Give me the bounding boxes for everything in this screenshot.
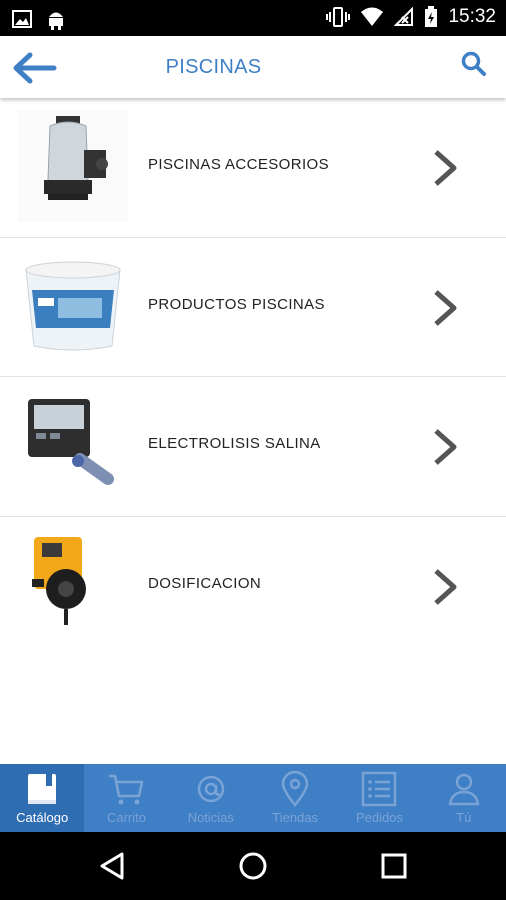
wifi-icon — [361, 7, 384, 26]
category-label: DOSIFICACION — [148, 574, 262, 592]
bottom-navigation: Catálogo Carrito Noticias Tiendas Pedido… — [0, 764, 506, 832]
status-bar: 15:32 — [0, 0, 506, 36]
nav-item-carrito[interactable]: Carrito — [84, 764, 168, 832]
category-list: PISCINAS ACCESORIOS PRODUCTOS PISCINAS E… — [0, 98, 506, 656]
android-notification-icon — [49, 12, 63, 30]
nav-label: Tú — [456, 810, 472, 825]
vibrate-icon — [326, 7, 351, 27]
nav-label: Pedidos — [355, 810, 403, 825]
no-signal-icon — [394, 7, 414, 26]
book-icon — [28, 774, 57, 804]
category-item-electrolisis-salina[interactable]: ELECTROLISIS SALINA — [0, 377, 506, 517]
nav-label: Tiendas — [272, 810, 319, 825]
location-pin-icon — [281, 770, 309, 808]
app-bar: PISCINAS — [0, 36, 506, 98]
person-icon — [448, 773, 480, 806]
nav-item-catalogo[interactable]: Catálogo — [0, 764, 85, 832]
list-icon — [362, 771, 397, 807]
nav-item-pedidos[interactable]: Pedidos — [337, 764, 421, 832]
cart-icon — [109, 774, 144, 805]
nav-item-tiendas[interactable]: Tiendas — [253, 764, 337, 832]
nav-label: Noticias — [187, 810, 234, 825]
chevron-right-icon — [434, 150, 457, 186]
system-navigation-bar — [0, 832, 506, 900]
nav-item-noticias[interactable]: Noticias — [169, 764, 253, 832]
category-item-productos-piscinas[interactable]: PRODUCTOS PISCINAS — [0, 237, 506, 377]
back-triangle-icon[interactable] — [96, 850, 128, 882]
sand-filter-image — [18, 110, 128, 222]
page-title: PISCINAS — [165, 56, 262, 78]
salt-chlorinator-image — [18, 389, 128, 501]
clock: 15:32 — [448, 6, 496, 27]
category-label: PISCINAS ACCESORIOS — [148, 156, 329, 173]
battery-charging-icon — [425, 6, 438, 27]
chevron-right-icon — [434, 429, 457, 465]
chemical-bucket-image — [18, 249, 128, 362]
category-item-piscinas-accesorios[interactable]: PISCINAS ACCESORIOS — [0, 98, 506, 238]
recents-square-icon[interactable] — [378, 850, 410, 882]
image-notification-icon — [12, 10, 32, 28]
dosing-pump-image — [18, 528, 128, 641]
home-circle-icon[interactable] — [237, 850, 269, 882]
nav-label: Carrito — [106, 810, 146, 825]
nav-label: Catálogo — [16, 810, 69, 825]
chevron-right-icon — [434, 568, 457, 605]
category-label: ELECTROLISIS SALINA — [148, 435, 321, 452]
nav-item-tu[interactable]: Tú — [422, 764, 506, 832]
at-icon — [197, 775, 225, 803]
category-label: PRODUCTOS PISCINAS — [148, 295, 325, 313]
search-icon[interactable] — [460, 50, 488, 78]
chevron-right-icon — [434, 289, 457, 326]
category-item-dosificacion[interactable]: DOSIFICACION — [0, 516, 506, 656]
